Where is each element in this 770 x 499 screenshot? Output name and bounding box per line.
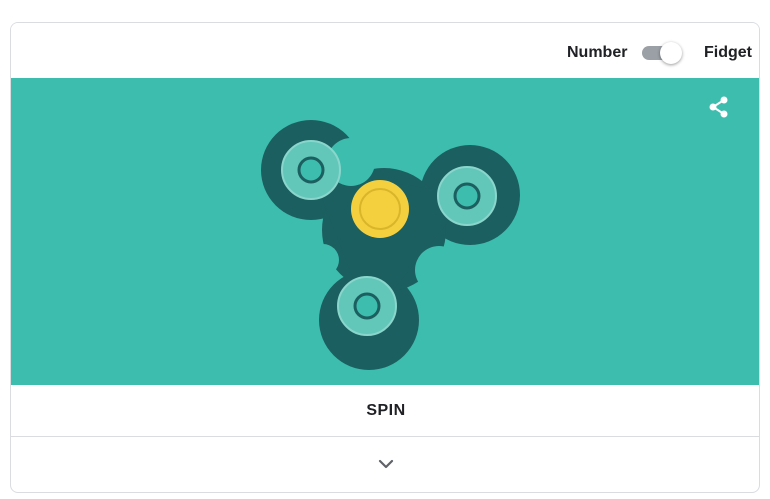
spinner-weight-bottom (337, 276, 397, 336)
card-header: Number Fidget (11, 23, 759, 78)
toggle-thumb (660, 42, 682, 64)
mode-toggle[interactable] (641, 41, 685, 65)
chevron-down-icon (377, 457, 395, 475)
expand-button[interactable] (11, 437, 759, 492)
spin-button[interactable]: SPIN (11, 385, 759, 437)
fidget-spinner-card: Number Fidget SPIN (10, 22, 760, 493)
spinner-stage (11, 78, 759, 385)
spin-button-label: SPIN (366, 401, 406, 419)
spinner-center-bearing (351, 180, 409, 238)
mode-label-fidget: Fidget (704, 44, 752, 61)
mode-label-number: Number (567, 44, 628, 61)
share-icon[interactable] (706, 94, 732, 120)
fidget-spinner[interactable] (261, 120, 531, 380)
spinner-weight-right (437, 166, 497, 226)
spinner-weight-left (281, 140, 341, 200)
